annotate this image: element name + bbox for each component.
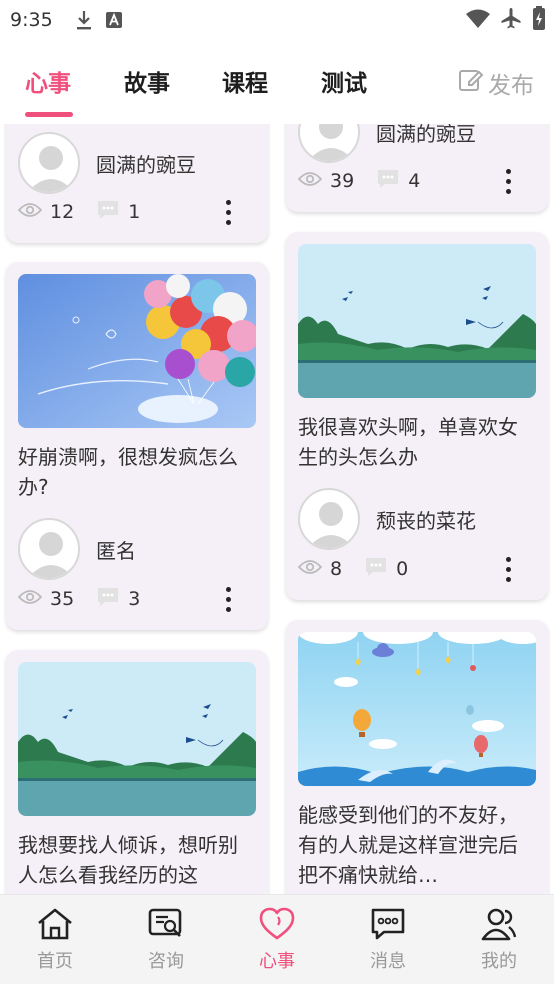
avatar [298,488,360,550]
tab-xinshi[interactable]: 心事 [25,64,71,98]
nav-item-messages[interactable]: 消息 [333,895,443,984]
post-author[interactable]: 圆满的豌豆 [18,132,196,194]
keyboard-a-icon [105,11,123,29]
post-stats: 35 3 [17,584,256,614]
home-icon [36,907,74,941]
eye-icon [297,171,323,191]
more-options-icon[interactable] [218,197,238,227]
comment-icon [376,168,400,194]
message-icon [370,907,406,941]
nav-item-profile[interactable]: 我的 [444,895,554,984]
post-image-sky-balloons[interactable] [298,632,536,786]
post-stats: 12 1 [17,197,256,227]
author-name: 颓丧的菜花 [376,508,476,533]
post-feed[interactable]: 圆满的豌豆 12 1 圆满的豌豆 39 4 好崩溃啊，很想发疯怎么办? 匿名 3… [0,124,554,894]
wifi-icon [466,8,490,32]
post-image-seaside[interactable] [298,244,536,398]
nav-label: 心事 [259,951,295,972]
comment-icon [96,586,120,612]
edit-icon [458,67,484,99]
view-count: 35 [50,588,75,610]
comment-icon [364,556,388,582]
tab-kecheng[interactable]: 课程 [222,64,268,98]
comment-count: 1 [128,201,141,223]
eye-icon [17,589,43,609]
active-tab-indicator [25,112,73,117]
avatar [298,124,360,163]
post-stats: 39 4 [297,166,536,196]
post-card[interactable]: 我想要找人倾诉，想听别人怎么看我经历的这 [6,650,268,894]
post-card[interactable]: 能感受到他们的不友好，有的人就是这样宣泄完后把不痛快就给… [286,620,548,894]
post-title[interactable]: 我想要找人倾诉，想听别人怎么看我经历的这 [18,830,256,890]
author-name: 匿名 [96,538,136,563]
post-title[interactable]: 好崩溃啊，很想发疯怎么办? [18,442,256,502]
heart-icon [259,907,295,941]
nav-label: 我的 [481,951,517,972]
post-card[interactable]: 我很喜欢头啊，单喜欢女生的头怎么办 颓丧的菜花 8 0 [286,232,548,600]
view-count: 39 [330,170,355,192]
tab-gushi[interactable]: 故事 [124,64,170,98]
comment-count: 3 [128,588,141,610]
post-author[interactable]: 颓丧的菜花 [298,488,476,550]
post-card[interactable]: 圆满的豌豆 39 4 [286,124,548,212]
download-icon [75,9,93,31]
view-count: 12 [50,201,75,223]
nav-label: 咨询 [148,951,184,972]
nav-item-xinshi[interactable]: 心事 [222,895,332,984]
comment-count: 0 [396,558,409,580]
battery-icon [532,6,546,34]
post-card[interactable]: 好崩溃啊，很想发疯怎么办? 匿名 35 3 [6,262,268,630]
bottom-nav: 首页 咨询 心事 消息 我的 [0,894,554,984]
post-card[interactable]: 圆满的豌豆 12 1 [6,124,268,243]
avatar [18,518,80,580]
tab-ceshi[interactable]: 测试 [321,64,367,98]
nav-label: 消息 [370,951,406,972]
author-name: 圆满的豌豆 [376,124,476,146]
nav-label: 首页 [37,951,73,972]
consult-icon [148,907,184,941]
author-name: 圆满的豌豆 [96,152,196,177]
status-bar: 9:35 [0,0,554,40]
post-image-balloons[interactable] [18,274,256,428]
publish-label: 发布 [488,73,534,99]
post-image-seaside[interactable] [18,662,256,816]
eye-icon [297,559,323,579]
comment-icon [96,199,120,225]
publish-button[interactable]: 发布 [458,66,534,100]
more-options-icon[interactable] [498,554,518,584]
post-author[interactable]: 匿名 [18,518,136,580]
profile-icon [481,907,517,941]
status-time: 9:35 [10,9,53,31]
post-stats: 8 0 [297,554,536,584]
avatar [18,132,80,194]
eye-icon [17,202,43,222]
post-title[interactable]: 我很喜欢头啊，单喜欢女生的头怎么办 [298,412,536,472]
nav-item-consult[interactable]: 咨询 [111,895,221,984]
post-title[interactable]: 能感受到他们的不友好，有的人就是这样宣泄完后把不痛快就给… [298,800,536,890]
nav-item-home[interactable]: 首页 [0,895,110,984]
top-tab-bar: 心事 故事 课程 测试 发布 [0,40,554,124]
more-options-icon[interactable] [498,166,518,196]
more-options-icon[interactable] [218,584,238,614]
airplane-icon [500,7,522,33]
post-author[interactable]: 圆满的豌豆 [298,124,476,163]
view-count: 8 [330,558,343,580]
comment-count: 4 [408,170,421,192]
